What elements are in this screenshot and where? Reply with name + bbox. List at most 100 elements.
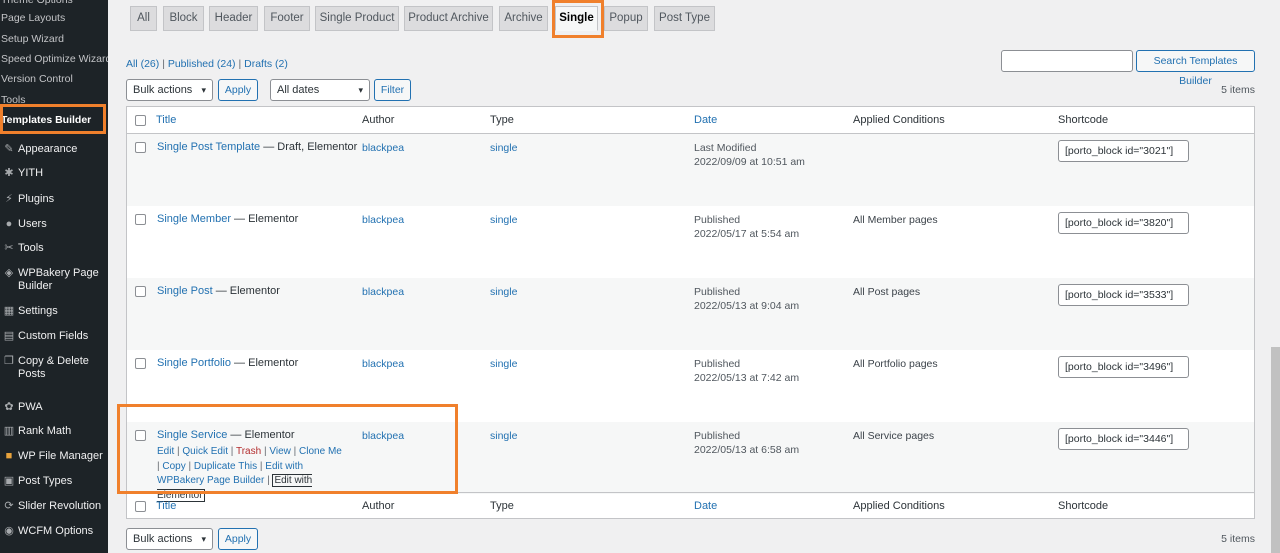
search-input[interactable]: [1001, 50, 1133, 72]
row-title: Single Member — Elementor: [157, 213, 299, 225]
action-copy[interactable]: Copy: [162, 461, 185, 472]
menu-custom-fields[interactable]: ▤ Custom Fields: [0, 330, 108, 343]
scrollbar-thumb[interactable]: [1271, 347, 1280, 553]
filter-drafts[interactable]: Drafts (2): [244, 58, 288, 70]
menu-wcfm-options[interactable]: ◉ WCFM Options: [0, 525, 108, 538]
row-checkbox[interactable]: [135, 142, 146, 153]
submenu-tools[interactable]: Tools: [0, 90, 108, 110]
action-quick-edit[interactable]: Quick Edit: [182, 446, 228, 457]
row-author[interactable]: blackpea: [362, 429, 404, 443]
fields-icon: ▤: [3, 330, 15, 342]
chevron-down-icon: ▾: [201, 85, 206, 95]
menu-wp-file-manager[interactable]: ■ WP File Manager: [0, 450, 108, 463]
submenu-templates-builder[interactable]: Templates Builder: [0, 110, 108, 130]
menu-slider-revolution[interactable]: ⟳ Slider Revolution: [0, 500, 108, 513]
row-checkbox[interactable]: [135, 214, 146, 225]
bulk-actions-select[interactable]: Bulk actions ▾: [126, 79, 213, 101]
submenu-setup-wizard[interactable]: Setup Wizard: [0, 29, 108, 49]
column-conditions-footer: Applied Conditions: [853, 500, 945, 512]
filter-published[interactable]: Published (24): [168, 58, 236, 70]
menu-post-types[interactable]: ▣ Post Types: [0, 475, 108, 488]
row-date: Published 2022/05/13 at 7:42 am: [694, 358, 800, 384]
action-view[interactable]: View: [269, 446, 291, 457]
menu-yith[interactable]: ✱ YITH: [0, 167, 108, 180]
menu-plugins[interactable]: ⚡ Plugins: [0, 193, 108, 206]
row-date: Published 2022/05/13 at 6:58 am: [694, 430, 800, 456]
chevron-down-icon: ▾: [358, 85, 363, 95]
tab-archive[interactable]: Archive: [499, 6, 548, 31]
column-date-footer[interactable]: Date: [694, 500, 717, 512]
row-author[interactable]: blackpea: [362, 213, 404, 227]
row-date: Last Modified 2022/09/09 at 10:51 am: [694, 142, 805, 168]
tab-footer[interactable]: Footer: [264, 6, 310, 31]
row-type[interactable]: single: [490, 357, 517, 371]
menu-copy-delete-posts[interactable]: ❐ Copy & Delete Posts: [0, 355, 100, 381]
row-title-link[interactable]: Single Member: [157, 213, 231, 225]
row-title-link[interactable]: Single Service: [157, 429, 227, 441]
table-header: Title Author Type Date Applied Condition…: [127, 107, 1254, 134]
row-date: Published 2022/05/13 at 9:04 am: [694, 286, 800, 312]
menu-rank-math[interactable]: ▥ Rank Math: [0, 425, 108, 438]
select-all-checkbox[interactable]: [135, 115, 146, 126]
tab-product-archive[interactable]: Product Archive: [404, 6, 493, 31]
row-checkbox[interactable]: [135, 286, 146, 297]
row-author[interactable]: blackpea: [362, 141, 404, 155]
row-checkbox[interactable]: [135, 430, 146, 441]
filemanager-icon: ■: [5, 450, 13, 462]
row-type[interactable]: single: [490, 429, 517, 443]
row-type[interactable]: single: [490, 141, 517, 155]
row-shortcode[interactable]: [porto_block id="3533"]: [1058, 284, 1189, 306]
paintbrush-icon: ✎: [4, 143, 14, 155]
menu-wpbakery[interactable]: ◈ WPBakery Page Builder: [0, 267, 100, 293]
tab-single[interactable]: Single: [555, 6, 598, 31]
menu-pwa[interactable]: ✿ PWA: [0, 401, 108, 414]
row-shortcode[interactable]: [porto_block id="3496"]: [1058, 356, 1189, 378]
submenu-page-layouts[interactable]: Page Layouts: [0, 8, 108, 28]
action-edit[interactable]: Edit: [157, 446, 174, 457]
row-shortcode[interactable]: [porto_block id="3820"]: [1058, 212, 1189, 234]
column-title-footer[interactable]: Title: [156, 500, 176, 512]
row-shortcode[interactable]: [porto_block id="3021"]: [1058, 140, 1189, 162]
action-clone[interactable]: Clone Me: [299, 446, 342, 457]
row-author[interactable]: blackpea: [362, 357, 404, 371]
filter-all[interactable]: All (26): [126, 58, 159, 70]
tab-popup[interactable]: Popup: [604, 6, 648, 31]
submenu-version-control[interactable]: Version Control: [0, 69, 108, 89]
tab-post-type[interactable]: Post Type: [654, 6, 715, 31]
row-title-link[interactable]: Single Portfolio: [157, 357, 231, 369]
row-conditions: All Member pages: [853, 214, 938, 226]
settings-icon: ▦: [3, 305, 15, 317]
wcfm-icon: ◉: [4, 525, 14, 537]
apply-button[interactable]: Apply: [218, 79, 258, 101]
search-button[interactable]: Search Templates Builder: [1136, 50, 1255, 87]
bulk-actions-select-bottom[interactable]: Bulk actions ▾: [126, 528, 213, 550]
row-title-link[interactable]: Single Post Template: [157, 141, 260, 153]
select-all-checkbox-footer[interactable]: [135, 501, 146, 512]
row-shortcode[interactable]: [porto_block id="3446"]: [1058, 428, 1189, 450]
row-type[interactable]: single: [490, 285, 517, 299]
tab-header[interactable]: Header: [209, 6, 258, 31]
row-title-link[interactable]: Single Post: [157, 285, 213, 297]
row-date: Published 2022/05/17 at 5:54 am: [694, 214, 800, 240]
menu-tools[interactable]: ✂ Tools: [0, 242, 108, 255]
menu-users[interactable]: ● Users: [0, 218, 108, 231]
column-title[interactable]: Title: [156, 114, 176, 126]
column-date[interactable]: Date: [694, 114, 717, 126]
menu-appearance[interactable]: ✎ Appearance: [0, 143, 108, 156]
tab-block[interactable]: Block: [163, 6, 204, 31]
table-footer: Title Author Type Date Applied Condition…: [127, 492, 1254, 519]
menu-settings[interactable]: ▦ Settings: [0, 305, 108, 318]
filter-button[interactable]: Filter: [374, 79, 411, 101]
tab-all[interactable]: All: [130, 6, 157, 31]
action-trash[interactable]: Trash: [236, 446, 261, 457]
tab-single-product[interactable]: Single Product: [315, 6, 399, 31]
row-author[interactable]: blackpea: [362, 285, 404, 299]
apply-button-bottom[interactable]: Apply: [218, 528, 258, 550]
row-checkbox[interactable]: [135, 358, 146, 369]
row-type[interactable]: single: [490, 213, 517, 227]
action-duplicate[interactable]: Duplicate This: [194, 461, 257, 472]
submenu-speed-optimize-wizard[interactable]: Speed Optimize Wizard: [0, 49, 108, 69]
column-type: Type: [490, 114, 514, 126]
row-title: Single Service — Elementor: [157, 429, 295, 441]
dates-select[interactable]: All dates ▾: [270, 79, 370, 101]
